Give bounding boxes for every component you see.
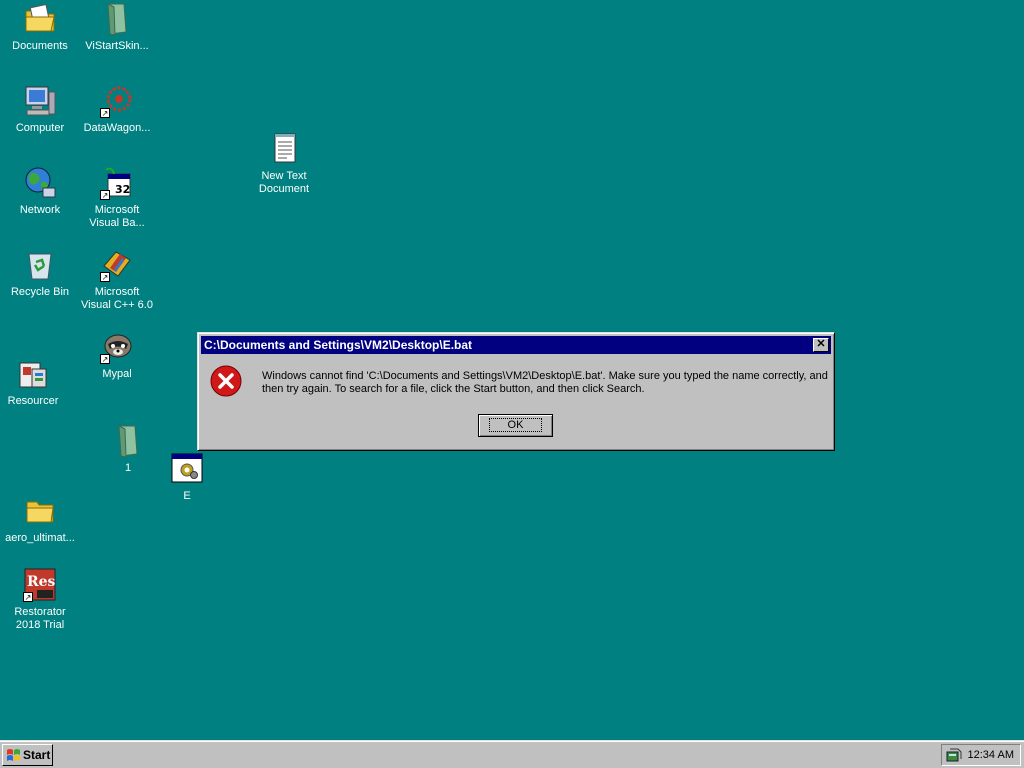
desktop-icon-resourcer[interactable]: Resourcer xyxy=(0,357,73,408)
icon-label: Restorator 2018 Trial xyxy=(14,606,66,631)
clock[interactable]: 12:34 AM xyxy=(968,745,1014,765)
desktop-icon-network[interactable]: Network xyxy=(0,166,80,217)
icon-label: Mypal xyxy=(102,368,132,380)
resourcer-icon xyxy=(16,357,50,391)
icon-label: Recycle Bin xyxy=(10,286,70,298)
system-tray: 12:34 AM xyxy=(941,744,1021,766)
mypal-raccoon-icon: ↗ xyxy=(100,330,134,364)
desktop-icon-new-text-document[interactable]: New Text Document xyxy=(244,132,324,196)
green-file-icon xyxy=(111,424,145,458)
icon-label: Documents xyxy=(12,40,68,52)
icon-label: Computer xyxy=(15,122,65,134)
desktop-icon-vistartskin[interactable]: ViStartSkin... xyxy=(77,2,157,53)
error-dialog[interactable]: C:\Documents and Settings\VM2\Desktop\E.… xyxy=(197,332,835,451)
desktop-icon-recycle-bin[interactable]: Recycle Bin xyxy=(0,248,80,299)
start-button[interactable]: Start xyxy=(2,744,53,766)
desktop-icon-visual-cpp[interactable]: ↗ Microsoft Visual C++ 6.0 xyxy=(77,248,157,312)
icon-label: Microsoft Visual C++ 6.0 xyxy=(81,286,153,311)
close-button[interactable]: ✕ xyxy=(813,338,829,352)
shortcut-arrow-icon: ↗ xyxy=(100,354,110,364)
folder-icon xyxy=(23,494,57,528)
icon-label: Network xyxy=(19,204,61,216)
desktop-icon-computer[interactable]: Computer xyxy=(0,84,80,135)
taskbar: Start 12:34 AM xyxy=(0,740,1024,768)
start-label: Start xyxy=(23,748,51,762)
visual-cpp-icon: ↗ xyxy=(100,248,134,282)
svg-text:Res: Res xyxy=(27,574,56,590)
svg-text:32: 32 xyxy=(115,183,130,196)
desktop-icon-e[interactable]: E xyxy=(147,452,227,503)
icon-label: Resourcer xyxy=(7,395,59,407)
dialog-title: C:\Documents and Settings\VM2\Desktop\E.… xyxy=(204,338,473,352)
dialog-titlebar[interactable]: C:\Documents and Settings\VM2\Desktop\E.… xyxy=(201,336,831,354)
icon-label: E xyxy=(183,490,191,502)
shortcut-arrow-icon: ↗ xyxy=(100,190,110,200)
visual-basic-icon: 32 ↗ xyxy=(100,166,134,200)
desktop-icon-documents[interactable]: Documents xyxy=(0,2,80,53)
desktop[interactable]: Documents ViStartSkin... Computer ↗ Data… xyxy=(0,0,1024,740)
folder-documents-icon xyxy=(23,2,57,36)
desktop-icon-mypal[interactable]: ↗ Mypal xyxy=(77,330,157,381)
desktop-icon-visual-basic[interactable]: 32 ↗ Microsoft Visual Ba... xyxy=(77,166,157,230)
text-document-icon xyxy=(267,132,301,166)
icon-label: Microsoft Visual Ba... xyxy=(89,204,145,229)
shortcut-arrow-icon: ↗ xyxy=(23,592,33,602)
windows-logo-icon xyxy=(7,749,20,761)
tray-scheduler-icon[interactable] xyxy=(946,748,962,762)
shortcut-arrow-icon: ↗ xyxy=(100,108,110,118)
desktop-icon-restorator[interactable]: Res ↗ Restorator 2018 Trial xyxy=(0,568,80,632)
icon-label: New Text Document xyxy=(258,170,310,195)
icon-label: aero_ultimat... xyxy=(5,532,75,544)
datawagon-icon: ↗ xyxy=(100,84,134,118)
recycle-bin-icon xyxy=(23,248,57,282)
ok-button[interactable]: OK xyxy=(478,414,553,437)
batch-file-icon xyxy=(170,452,204,486)
desktop-icon-datawagon[interactable]: ↗ DataWagon... xyxy=(77,84,157,135)
icon-label: DataWagon... xyxy=(83,122,151,134)
computer-icon xyxy=(23,84,57,118)
icon-label: ViStartSkin... xyxy=(85,40,149,52)
ok-button-label: OK xyxy=(488,418,543,432)
green-file-icon xyxy=(100,2,134,36)
close-icon: ✕ xyxy=(816,338,826,350)
dialog-message: Windows cannot find 'C:\Documents and Se… xyxy=(262,370,828,395)
error-icon xyxy=(210,365,242,397)
network-globe-icon xyxy=(23,166,57,200)
shortcut-arrow-icon: ↗ xyxy=(100,272,110,282)
desktop-icon-aero-ultimate[interactable]: aero_ultimat... xyxy=(0,494,80,545)
restorator-icon: Res ↗ xyxy=(23,568,57,602)
